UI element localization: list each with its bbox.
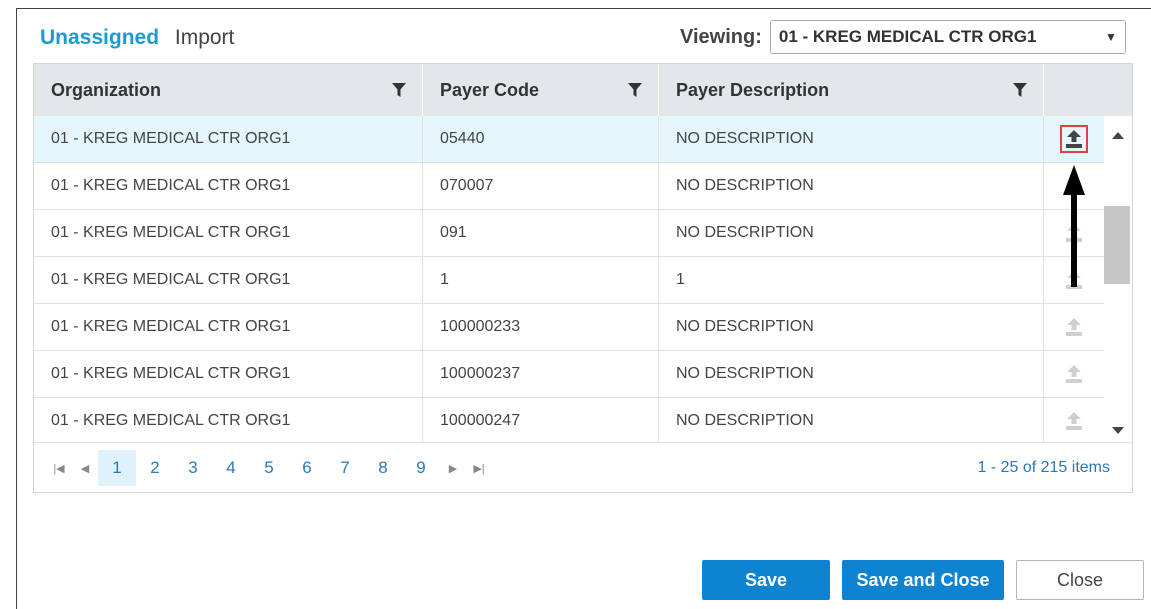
- upload-arrow-icon: [1066, 318, 1082, 336]
- cell-payer-code: 100000237: [423, 351, 659, 397]
- cell-payer-description: NO DESCRIPTION: [659, 116, 1044, 162]
- page-info: 1 - 25 of 215 items: [977, 459, 1110, 476]
- next-page-icon[interactable]: ▶: [440, 462, 466, 475]
- cell-payer-code: 1: [423, 257, 659, 303]
- grid-rows: 01 - KREG MEDICAL CTR ORG1 05440 NO DESC…: [34, 116, 1104, 445]
- previous-page-icon[interactable]: ◀: [72, 462, 98, 475]
- cell-organization: 01 - KREG MEDICAL CTR ORG1: [34, 116, 423, 162]
- table-row[interactable]: 01 - KREG MEDICAL CTR ORG1 100000233 NO …: [34, 304, 1104, 351]
- assign-button[interactable]: [1060, 407, 1088, 435]
- cell-action: [1044, 116, 1104, 162]
- table-row[interactable]: 01 - KREG MEDICAL CTR ORG1 1 1: [34, 257, 1104, 304]
- upload-arrow-icon: [1066, 130, 1082, 148]
- page-1[interactable]: 1: [98, 450, 136, 486]
- last-page-icon[interactable]: ▶|: [466, 462, 492, 475]
- cell-organization: 01 - KREG MEDICAL CTR ORG1: [34, 163, 423, 209]
- vertical-scrollbar[interactable]: [1104, 116, 1132, 442]
- pagination: |◀ ◀ 1 2 3 4 5 6 7 8 9 ▶ ▶| 1 - 25 of 21…: [34, 442, 1132, 492]
- cell-payer-description: NO DESCRIPTION: [659, 163, 1044, 209]
- page-9[interactable]: 9: [402, 450, 440, 486]
- column-title: Payer Description: [676, 79, 830, 100]
- page-2[interactable]: 2: [136, 450, 174, 486]
- cell-payer-code: 05440: [423, 116, 659, 162]
- upload-arrow-icon: [1066, 412, 1082, 430]
- cell-payer-code: 100000233: [423, 304, 659, 350]
- viewing-label: Viewing:: [680, 25, 762, 48]
- cell-payer-description: 1: [659, 257, 1044, 303]
- cell-organization: 01 - KREG MEDICAL CTR ORG1: [34, 210, 423, 256]
- cell-payer-description: NO DESCRIPTION: [659, 398, 1044, 444]
- tab-bar: Unassigned Import: [40, 26, 234, 50]
- cell-payer-code: 070007: [423, 163, 659, 209]
- filter-icon[interactable]: [392, 83, 406, 97]
- page-5[interactable]: 5: [250, 450, 288, 486]
- page-7[interactable]: 7: [326, 450, 364, 486]
- page-6[interactable]: 6: [288, 450, 326, 486]
- column-header-organization[interactable]: Organization: [34, 64, 423, 116]
- cell-organization: 01 - KREG MEDICAL CTR ORG1: [34, 398, 423, 444]
- scroll-thumb[interactable]: [1104, 206, 1130, 284]
- assign-button[interactable]: [1060, 313, 1088, 341]
- page-8[interactable]: 8: [364, 450, 402, 486]
- tab-unassigned[interactable]: Unassigned: [40, 26, 159, 49]
- page-4[interactable]: 4: [212, 450, 250, 486]
- grid-header: Organization Payer Code Payer Descriptio…: [34, 64, 1132, 116]
- table-row[interactable]: 01 - KREG MEDICAL CTR ORG1 070007 NO DES…: [34, 163, 1104, 210]
- table-row[interactable]: 01 - KREG MEDICAL CTR ORG1 05440 NO DESC…: [34, 116, 1104, 163]
- save-and-close-button[interactable]: Save and Close: [842, 560, 1004, 600]
- cell-payer-description: NO DESCRIPTION: [659, 304, 1044, 350]
- table-row[interactable]: 01 - KREG MEDICAL CTR ORG1 100000237 NO …: [34, 351, 1104, 398]
- scroll-up-icon[interactable]: [1112, 132, 1124, 139]
- cell-organization: 01 - KREG MEDICAL CTR ORG1: [34, 257, 423, 303]
- column-header-payer-description[interactable]: Payer Description: [659, 64, 1044, 116]
- cell-payer-code: 091: [423, 210, 659, 256]
- first-page-icon[interactable]: |◀: [46, 462, 72, 475]
- cell-payer-description: NO DESCRIPTION: [659, 351, 1044, 397]
- cell-organization: 01 - KREG MEDICAL CTR ORG1: [34, 304, 423, 350]
- upload-arrow-icon: [1066, 365, 1082, 383]
- save-button[interactable]: Save: [702, 560, 830, 600]
- viewing-filter: Viewing: 01 - KREG MEDICAL CTR ORG1 ▼: [680, 20, 1126, 54]
- filter-icon[interactable]: [628, 83, 642, 97]
- column-header-actions: [1044, 64, 1132, 116]
- chevron-down-icon: ▼: [1104, 30, 1117, 44]
- cell-payer-description: NO DESCRIPTION: [659, 210, 1044, 256]
- filter-icon[interactable]: [1013, 83, 1027, 97]
- column-title: Payer Code: [440, 79, 540, 100]
- column-header-payer-code[interactable]: Payer Code: [423, 64, 659, 116]
- viewing-select-value: 01 - KREG MEDICAL CTR ORG1: [778, 27, 1037, 46]
- scroll-down-icon[interactable]: [1112, 427, 1124, 434]
- close-button[interactable]: Close: [1016, 560, 1144, 600]
- cell-organization: 01 - KREG MEDICAL CTR ORG1: [34, 351, 423, 397]
- column-title: Organization: [51, 79, 162, 100]
- payer-grid: Organization Payer Code Payer Descriptio…: [33, 63, 1133, 493]
- assign-button[interactable]: [1060, 125, 1088, 153]
- cell-action: [1044, 304, 1104, 350]
- cell-action: [1044, 398, 1104, 444]
- annotation-arrow-icon: [1063, 165, 1085, 287]
- table-row[interactable]: 01 - KREG MEDICAL CTR ORG1 091 NO DESCRI…: [34, 210, 1104, 257]
- table-row[interactable]: 01 - KREG MEDICAL CTR ORG1 100000247 NO …: [34, 398, 1104, 445]
- page-3[interactable]: 3: [174, 450, 212, 486]
- viewing-select[interactable]: 01 - KREG MEDICAL CTR ORG1 ▼: [769, 20, 1126, 54]
- tab-import[interactable]: Import: [175, 26, 235, 49]
- cell-action: [1044, 351, 1104, 397]
- assign-button[interactable]: [1060, 360, 1088, 388]
- cell-payer-code: 100000247: [423, 398, 659, 444]
